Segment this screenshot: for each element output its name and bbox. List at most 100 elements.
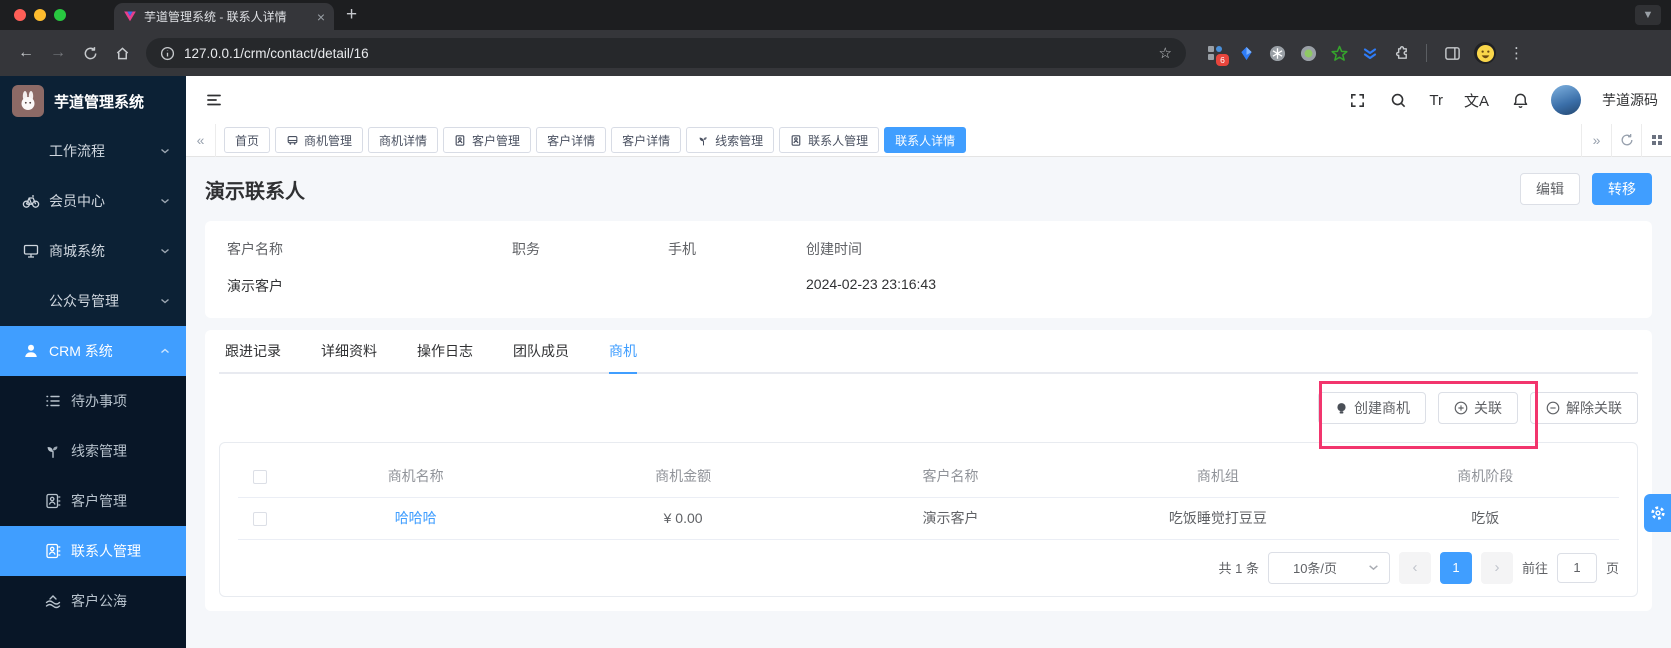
sidebar-item-customers[interactable]: 客户管理 [0, 476, 186, 526]
layout-grid-icon[interactable] [1641, 123, 1671, 157]
minimize-window-button[interactable] [34, 9, 46, 21]
blue-chevrons-extension-icon[interactable] [1361, 44, 1379, 62]
sidebar-logo[interactable]: 芋道管理系统 [0, 76, 186, 126]
profile-avatar[interactable] [1474, 42, 1496, 64]
tag-customer-detail-2[interactable]: 客户详情 [611, 127, 682, 153]
tag-business-mgmt[interactable]: 商机管理 [275, 127, 364, 153]
tag-label: 联系人详情 [895, 133, 956, 148]
current-page-button[interactable]: 1 [1439, 551, 1472, 584]
tag-leads-mgmt[interactable]: 线索管理 [686, 127, 775, 153]
tag-home[interactable]: 首页 [224, 127, 271, 153]
address-bar[interactable]: 127.0.0.1/crm/contact/detail/16 ☆ [146, 38, 1186, 68]
goto-page-input[interactable] [1556, 552, 1597, 583]
sidebar-item-workflow[interactable]: 工作流程 [0, 126, 186, 176]
app-header: Tr 文A 芋道源码 [186, 76, 1671, 124]
tag-business-detail[interactable]: 商机详情 [368, 127, 439, 153]
business-group-cell: 吃饭睡觉打豆豆 [1084, 497, 1352, 540]
search-icon[interactable] [1388, 90, 1408, 110]
sidebar-item-customer-pool[interactable]: 客户公海 [0, 576, 186, 626]
reload-icon[interactable] [76, 39, 104, 67]
main-area: Tr 文A 芋道源码 « 首页 商机管理 商机详情 客户管理 客户详情 客户详情… [186, 76, 1671, 648]
green-dot-extension-icon[interactable] [1299, 44, 1317, 62]
contact-info-card: 客户名称 职务 手机 创建时间 演示客户 2024-02-23 23:16:43 [205, 221, 1652, 318]
tag-customer-detail[interactable]: 客户详情 [536, 127, 607, 153]
tags-scroll-left-icon[interactable]: « [186, 123, 216, 157]
app-frame: 芋道管理系统 工作流程 会员中心 商城系统 公众号管理 CRM 系统 待办事项 … [0, 76, 1671, 648]
tag-label: 联系人管理 [808, 133, 869, 148]
header-right: Tr 文A 芋道源码 [1347, 85, 1658, 115]
info-value [512, 276, 668, 296]
tab-business[interactable]: 商机 [609, 330, 637, 374]
extension-grid-icon[interactable]: 6 [1206, 44, 1229, 66]
page-actions: 编辑 转移 [1520, 173, 1652, 205]
monitor-icon [22, 242, 40, 260]
tag-contact-mgmt[interactable]: 联系人管理 [779, 127, 880, 153]
fold-menu-icon[interactable] [204, 90, 224, 110]
zoom-window-button[interactable] [54, 9, 66, 21]
edit-button[interactable]: 编辑 [1520, 173, 1580, 205]
prev-page-button[interactable]: ‹ [1398, 551, 1431, 584]
tag-label: 客户详情 [547, 133, 596, 148]
extension-badge: 6 [1216, 54, 1229, 66]
info-value: 演示客户 [227, 278, 283, 294]
unlink-button[interactable]: 解除关联 [1530, 392, 1638, 424]
tags-scroll-right-icon[interactable]: » [1581, 123, 1611, 157]
business-name-link[interactable]: 哈哈哈 [395, 510, 437, 526]
fullscreen-icon[interactable] [1347, 90, 1367, 110]
info-label: 职务 [512, 241, 540, 257]
link-button[interactable]: 关联 [1438, 392, 1518, 424]
url-text[interactable]: 127.0.0.1/crm/contact/detail/16 [184, 46, 369, 61]
sidebar-item-contacts[interactable]: 联系人管理 [0, 526, 186, 576]
extensions-puzzle-icon[interactable] [1392, 44, 1410, 62]
business-toolbar: 创建商机 关联 解除关联 [219, 374, 1638, 442]
user-avatar[interactable] [1551, 85, 1581, 115]
tab-operation-log[interactable]: 操作日志 [417, 330, 473, 372]
back-icon[interactable]: ← [12, 39, 40, 67]
sidebar-item-official-account[interactable]: 公众号管理 [0, 276, 186, 326]
settings-gear-button[interactable] [1644, 494, 1671, 532]
sidebar-item-member-center[interactable]: 会员中心 [0, 176, 186, 226]
font-size-icon[interactable]: Tr [1429, 92, 1443, 109]
next-page-button[interactable]: › [1480, 551, 1513, 584]
window-chevron-icon[interactable]: ▼ [1635, 5, 1661, 25]
waves-icon [44, 592, 62, 610]
close-tab-icon[interactable]: × [317, 10, 325, 24]
create-business-button[interactable]: 创建商机 [1318, 392, 1426, 424]
transfer-button[interactable]: 转移 [1592, 173, 1652, 205]
tab-team-members[interactable]: 团队成员 [513, 330, 569, 372]
snowflake-extension-icon[interactable] [1268, 44, 1286, 62]
bookmark-star-icon[interactable]: ☆ [1159, 44, 1172, 62]
sidebar-item-todo[interactable]: 待办事项 [0, 376, 186, 426]
close-window-button[interactable] [14, 9, 26, 21]
site-info-icon[interactable] [160, 46, 175, 61]
sidebar: 芋道管理系统 工作流程 会员中心 商城系统 公众号管理 CRM 系统 待办事项 … [0, 76, 186, 648]
bell-icon[interactable] [1510, 90, 1530, 110]
chevron-down-icon [160, 296, 170, 306]
sidebar-item-mall-system[interactable]: 商城系统 [0, 226, 186, 276]
tab-details[interactable]: 详细资料 [321, 330, 377, 372]
business-table: 商机名称 商机金额 客户名称 商机组 商机阶段 哈哈哈 ¥ 0.00 演示客户 … [238, 455, 1619, 540]
extensions-row: 6 ⋮ [1206, 42, 1524, 66]
refresh-icon[interactable] [1611, 123, 1641, 157]
select-all-checkbox[interactable] [253, 469, 267, 484]
row-checkbox[interactable] [253, 512, 267, 527]
sidebar-item-crm-system[interactable]: CRM 系统 [0, 326, 186, 376]
page-size-select[interactable]: 10条/页 [1267, 551, 1390, 584]
green-star-extension-icon[interactable] [1330, 44, 1348, 62]
page-header: 演示联系人 编辑 转移 [205, 173, 1652, 205]
info-grid: 客户名称 职务 手机 创建时间 演示客户 2024-02-23 23:16:43 [227, 239, 1630, 296]
list-icon [44, 392, 62, 410]
tab-follow-records[interactable]: 跟进记录 [225, 330, 281, 372]
home-icon[interactable] [108, 39, 136, 67]
browser-tab[interactable]: 芋道管理系统 - 联系人详情 × [114, 3, 334, 30]
tag-label: 商机管理 [304, 133, 353, 148]
forward-icon[interactable]: → [44, 39, 72, 67]
new-tab-button[interactable]: + [346, 4, 357, 26]
kebab-menu-icon[interactable]: ⋮ [1509, 44, 1524, 62]
sidebar-item-leads[interactable]: 线索管理 [0, 426, 186, 476]
tag-contact-detail[interactable]: 联系人详情 [884, 127, 967, 153]
blue-pin-extension-icon[interactable] [1237, 44, 1255, 62]
tag-customer-mgmt[interactable]: 客户管理 [443, 127, 532, 153]
side-panel-icon[interactable] [1443, 44, 1461, 62]
locale-icon[interactable]: 文A [1464, 90, 1489, 111]
